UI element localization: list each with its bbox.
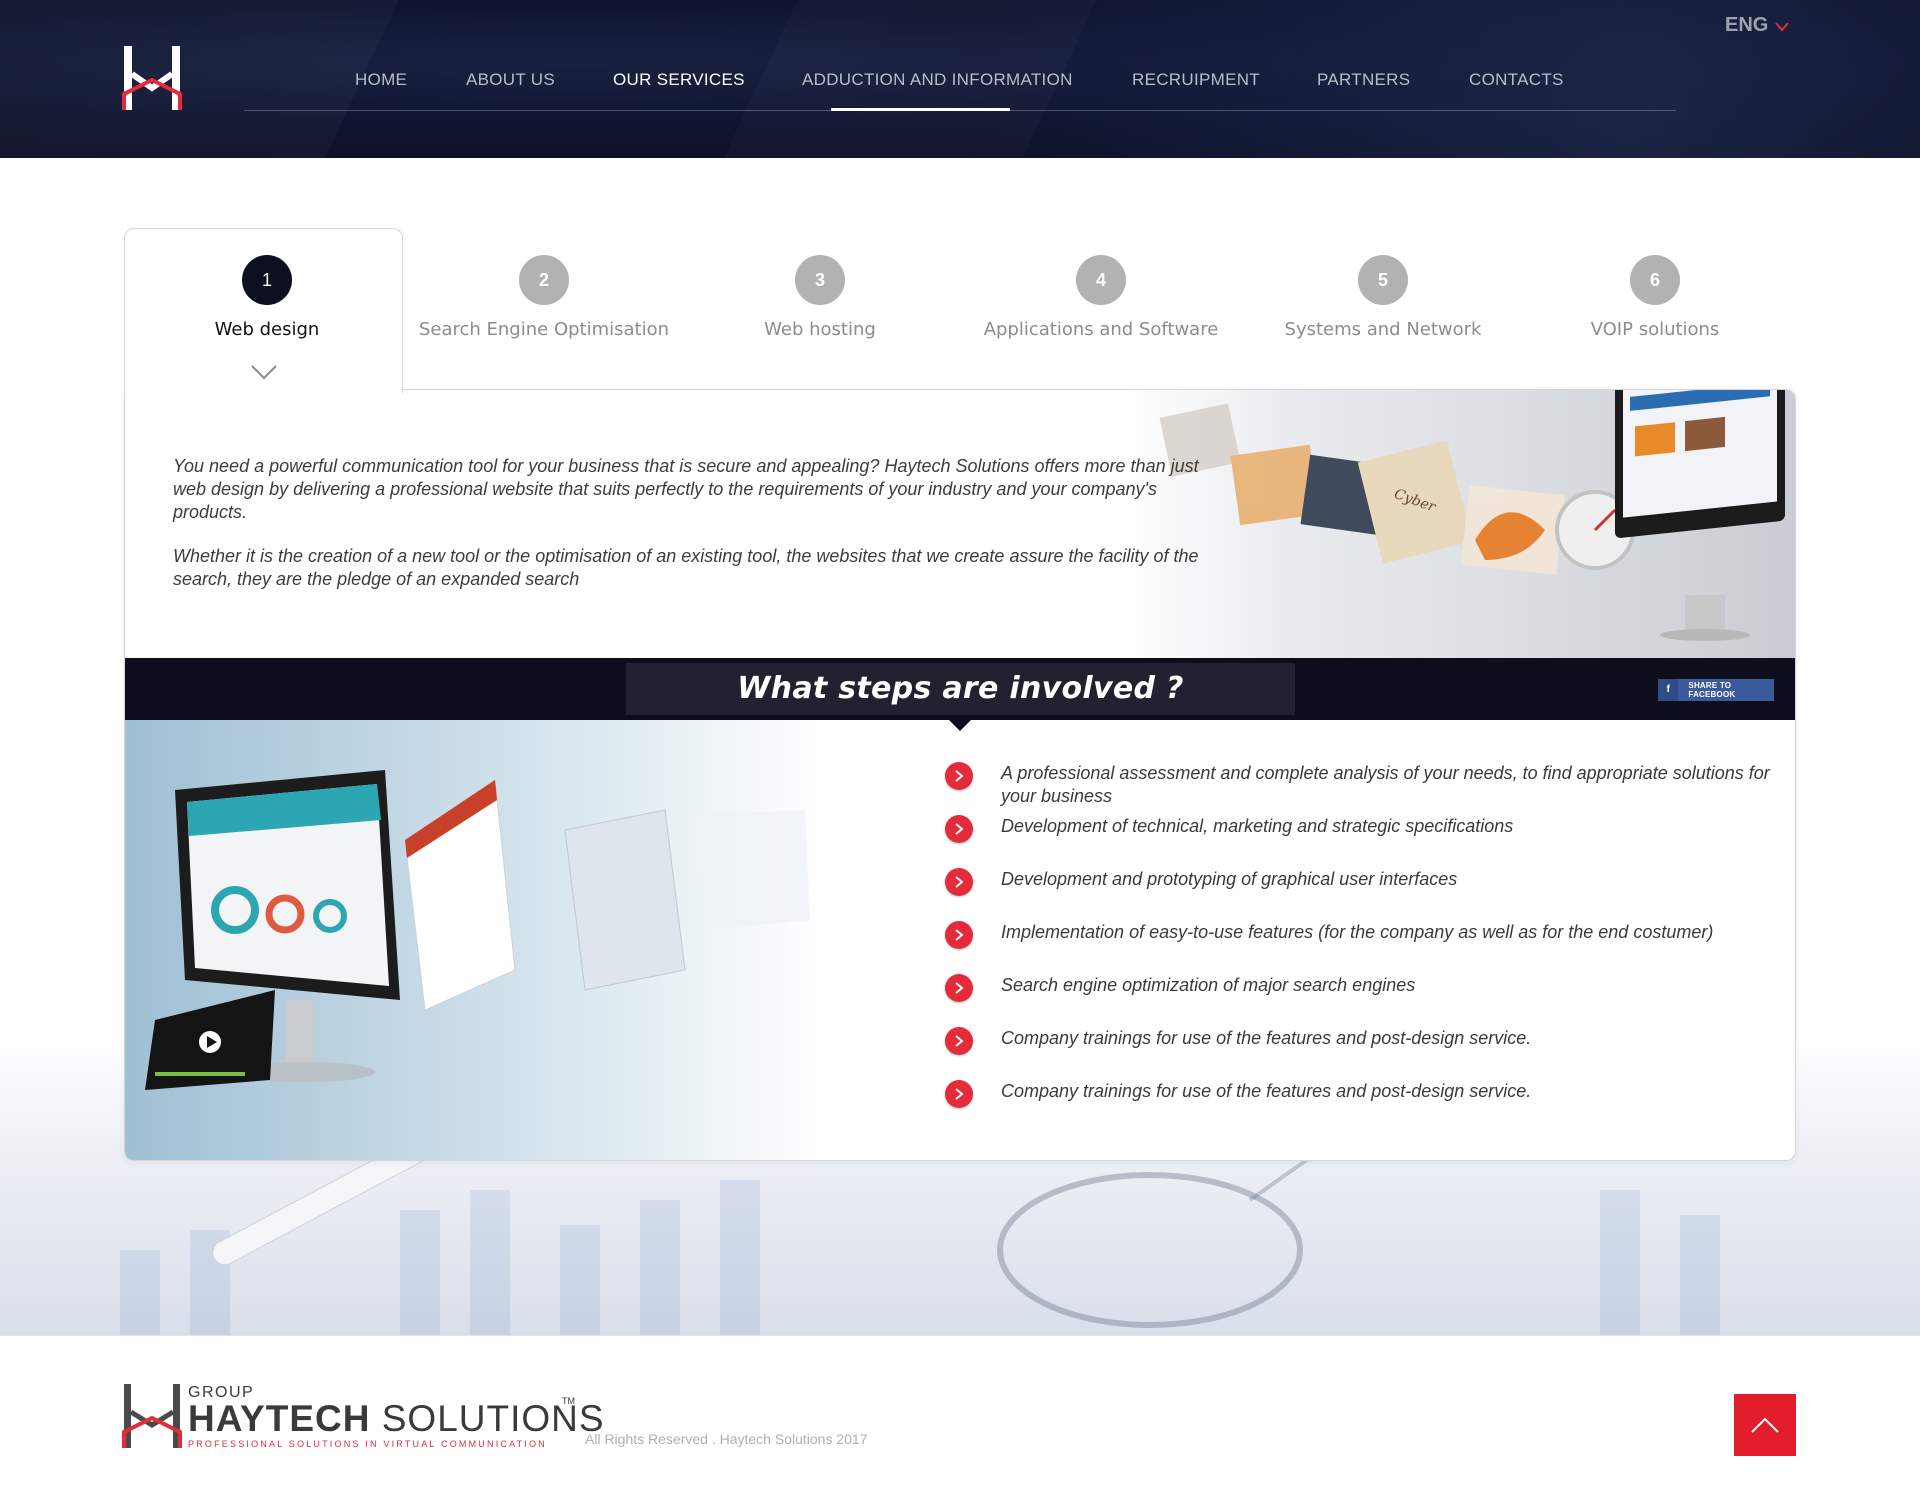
- tab-web-design[interactable]: 1 Web design: [177, 255, 357, 340]
- nav-about-us[interactable]: ABOUT US: [466, 70, 555, 90]
- step-text: A professional assessment and complete a…: [1001, 763, 1770, 806]
- footer-tagline: PROFESSIONAL SOLUTIONS IN VIRTUAL COMMUN…: [188, 1439, 547, 1449]
- tab-search-engine-optimisation[interactable]: 2 Search Engine Optimisation: [414, 255, 674, 340]
- tab-label: Web hosting: [764, 319, 876, 340]
- devices-svg: [145, 770, 810, 1090]
- tab-voip-solutions[interactable]: 6 VOIP solutions: [1565, 255, 1745, 340]
- step-text: Development and prototyping of graphical…: [1001, 869, 1458, 889]
- tab-number: 4: [1076, 255, 1126, 305]
- footer-brand-name: HAYTECH SOLUTIONS: [188, 1398, 605, 1440]
- tab-number: 3: [795, 255, 845, 305]
- back-to-top-button[interactable]: [1734, 1394, 1796, 1456]
- site-footer: GROUP HAYTECH SOLUTIONS TM PROFESSIONAL …: [0, 1335, 1920, 1504]
- step-text: Company trainings for use of the feature…: [1001, 1081, 1532, 1101]
- steps-header-band: What steps are involved ? f SHARE TO FAC…: [125, 658, 1795, 720]
- chevron-right-icon: [945, 868, 973, 896]
- tablet-illustration: [145, 990, 275, 1090]
- tab-label: VOIP solutions: [1590, 319, 1720, 340]
- footer-brand-bold: HAYTECH: [188, 1398, 371, 1439]
- monitor-illustration: [1615, 390, 1785, 641]
- list-item: Company trainings for use of the feature…: [945, 1027, 1781, 1055]
- tab-label: Web design: [214, 319, 320, 340]
- nav-active-indicator: [831, 108, 1010, 111]
- step-text: Development of technical, marketing and …: [1001, 816, 1514, 836]
- language-selector[interactable]: ENG: [1725, 14, 1790, 37]
- list-item: Search engine optimization of major sear…: [945, 974, 1781, 1002]
- tab-label: Applications and Software: [983, 319, 1219, 340]
- intro-paragraph: You need a powerful communication tool f…: [173, 456, 1199, 522]
- haytech-logo-icon[interactable]: [122, 1382, 182, 1450]
- steps-title: What steps are involved ?: [737, 671, 1184, 706]
- list-item: Development of technical, marketing and …: [945, 815, 1781, 843]
- chevron-right-icon: [945, 1027, 973, 1055]
- chevron-right-icon: [945, 762, 973, 790]
- main-nav: HOME ABOUT US OUR SERVICES ADDUCTION AND…: [244, 56, 1676, 111]
- facebook-icon: f: [1658, 679, 1679, 701]
- tab-systems-network[interactable]: 5 Systems and Network: [1263, 255, 1503, 340]
- list-item: Company trainings for use of the feature…: [945, 1080, 1781, 1108]
- tab-number: 5: [1358, 255, 1408, 305]
- tab-applications-software[interactable]: 4 Applications and Software: [971, 255, 1231, 340]
- chevron-right-icon: [945, 815, 973, 843]
- step-text: Implementation of easy-to-use features (…: [1001, 922, 1714, 942]
- chevron-down-icon: [251, 365, 277, 380]
- haytech-logo-icon[interactable]: [122, 44, 182, 112]
- tab-number: 1: [242, 255, 292, 305]
- nav-contacts[interactable]: CONTACTS: [1469, 70, 1564, 90]
- devices-illustration: [125, 720, 825, 1160]
- language-label: ENG: [1725, 14, 1769, 36]
- service-content-card: Cyber You need a powerful communication …: [124, 389, 1796, 1161]
- arrow-up-icon: [1751, 1417, 1779, 1433]
- footer-trademark: TM: [562, 1396, 575, 1406]
- intro-text: You need a powerful communication tool f…: [173, 455, 1233, 591]
- tab-label: Systems and Network: [1284, 319, 1482, 340]
- nav-recruipment[interactable]: RECRUIPMENT: [1132, 70, 1260, 90]
- nav-our-services[interactable]: OUR SERVICES: [613, 70, 745, 90]
- chevron-right-icon: [945, 1080, 973, 1108]
- tab-label: Search Engine Optimisation: [418, 319, 670, 340]
- list-item: Implementation of easy-to-use features (…: [945, 921, 1781, 949]
- footer-copyright: All Rights Reserved . Haytech Solutions …: [585, 1431, 868, 1447]
- step-text: Search engine optimization of major sear…: [1001, 975, 1416, 995]
- list-item: A professional assessment and complete a…: [945, 762, 1781, 808]
- share-facebook-label: SHARE TO FACEBOOK: [1688, 681, 1736, 699]
- site-header: HOME ABOUT US OUR SERVICES ADDUCTION AND…: [0, 0, 1920, 158]
- chevron-right-icon: [945, 921, 973, 949]
- tab-web-hosting[interactable]: 3 Web hosting: [730, 255, 910, 340]
- nav-home[interactable]: HOME: [355, 70, 407, 90]
- band-pointer: [949, 720, 971, 731]
- chevron-right-icon: [945, 974, 973, 1002]
- list-item: Development and prototyping of graphical…: [945, 868, 1781, 896]
- chevron-down-icon: [1775, 21, 1790, 32]
- tab-number: 6: [1630, 255, 1680, 305]
- share-facebook-button[interactable]: f SHARE TO FACEBOOK: [1658, 679, 1774, 701]
- steps-title-box: What steps are involved ?: [626, 663, 1295, 715]
- tab-number: 2: [519, 255, 569, 305]
- nav-adduction-information[interactable]: ADDUCTION AND INFORMATION: [802, 70, 1073, 90]
- intro-paragraph: Whether it is the creation of a new tool…: [173, 546, 1199, 589]
- step-text: Company trainings for use of the feature…: [1001, 1028, 1532, 1048]
- nav-partners[interactable]: PARTNERS: [1317, 70, 1410, 90]
